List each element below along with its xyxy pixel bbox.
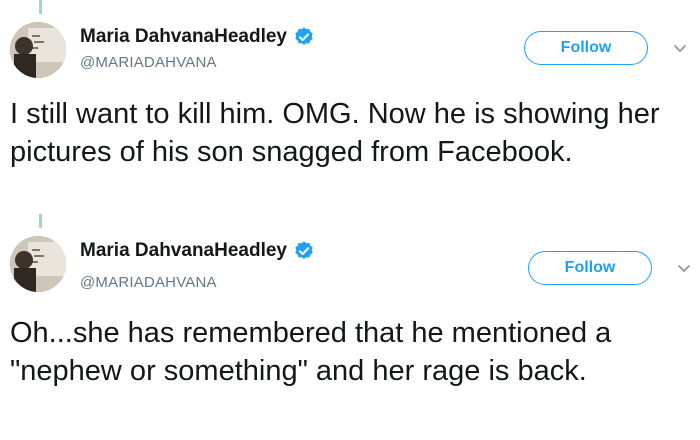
- handle[interactable]: @MARIADAHVANA: [80, 54, 217, 71]
- display-name[interactable]: Maria DahvanaHeadley: [80, 240, 287, 262]
- follow-button[interactable]: Follow: [524, 31, 648, 65]
- handle[interactable]: @MARIADAHVANA: [80, 274, 217, 291]
- tweet-1: Maria DahvanaHeadley @MARIADAHVANA Follo…: [0, 0, 700, 214]
- chevron-down-icon[interactable]: [676, 260, 692, 276]
- tweet-text: Oh...she has remembered that he mentione…: [10, 317, 612, 387]
- display-name[interactable]: Maria DahvanaHeadley: [80, 26, 287, 48]
- avatar[interactable]: [10, 236, 66, 292]
- tweet-text: I still want to kill him. OMG. Now he is…: [10, 98, 660, 168]
- tweet-2: Maria DahvanaHeadley @MARIADAHVANA Follo…: [0, 214, 700, 440]
- chevron-down-icon[interactable]: [672, 40, 688, 56]
- verified-badge-icon: [295, 241, 313, 259]
- verified-badge-icon: [295, 27, 313, 45]
- avatar[interactable]: [10, 22, 66, 78]
- follow-button[interactable]: Follow: [528, 251, 652, 285]
